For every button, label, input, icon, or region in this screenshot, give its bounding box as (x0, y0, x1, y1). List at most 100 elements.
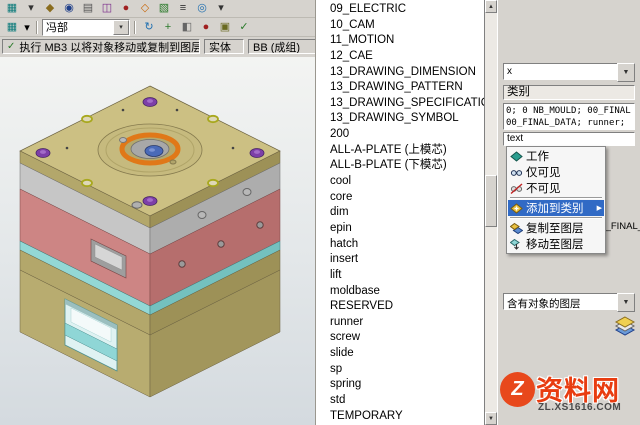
toolbar-button[interactable]: ▾ (22, 1, 40, 16)
prompt-message: 执行 MB3 以将对象移动或复制到图层 (19, 39, 200, 54)
status-check-icon: ✓ (7, 41, 15, 52)
toolbar-button[interactable]: ◉ (60, 1, 78, 16)
toolbar-button[interactable]: ◇ (136, 1, 154, 16)
layer-list-item[interactable]: hatch (316, 237, 484, 253)
toolbar-button[interactable]: ◆ (41, 1, 59, 16)
menu-item-move-to-layer[interactable]: 移动至图层 (508, 236, 604, 252)
toolbar-button[interactable]: ≡ (174, 1, 192, 16)
mold-3d-model[interactable] (5, 58, 305, 408)
toolbar-button[interactable]: ◧ (178, 20, 196, 35)
scroll-up-icon[interactable]: ▲ (485, 0, 497, 13)
layer-list-item[interactable]: ALL-A-PLATE (上模芯) (316, 143, 484, 159)
selection-type-cell: 实体 (204, 39, 244, 54)
category-list-box[interactable]: 0; 0 NB_MOULD; 00_FINAL 00_FINAL_DATA; r… (503, 103, 635, 130)
menu-item-add-to-category[interactable]: 添加到类别 ▶ (508, 200, 604, 216)
menu-separator (510, 197, 602, 199)
toolbar-icon: ● (123, 3, 130, 14)
toolbar-button[interactable]: ▾ (212, 1, 230, 16)
dropdown-arrow-icon[interactable]: ▾ (22, 20, 32, 35)
chevron-down-icon[interactable]: ▾ (113, 20, 129, 35)
layer-list-item[interactable]: 11_MOTION (316, 33, 484, 49)
toolbar-button[interactable]: ◫ (98, 1, 116, 16)
arrow-glyph: ▼ (623, 299, 630, 306)
layer-list-item[interactable]: std (316, 393, 484, 409)
toolbar-icon: ▤ (83, 3, 93, 14)
toolbar-icon: ↻ (144, 22, 153, 33)
layer-list-item[interactable]: 13_DRAWING_SYMBOL (316, 111, 484, 127)
layer-settings-button[interactable] (613, 315, 637, 339)
toolbar-icon: ● (203, 22, 210, 33)
toolbar-icon: ◆ (46, 3, 54, 14)
list-scrollbar[interactable]: ▲ ▼ (484, 0, 497, 425)
layer-list-item[interactable]: 12_CAE (316, 49, 484, 65)
menu-item-visible-only[interactable]: 仅可见 (508, 164, 604, 180)
toolbar-button[interactable]: + (159, 20, 177, 35)
layer-list-item[interactable]: TEMPORARY (316, 409, 484, 425)
scroll-down-icon[interactable]: ▼ (485, 412, 497, 425)
layer-list-item[interactable]: screw (316, 330, 484, 346)
menu-item-label: 工作 (526, 148, 549, 164)
layer-list-item[interactable]: slide (316, 346, 484, 362)
toolbar-icon: ▾ (218, 3, 224, 14)
layers-icon: ▦ (7, 22, 17, 33)
layer-list-item[interactable]: insert (316, 252, 484, 268)
application-window: ▦▾◆◉▤◫●◇▧≡◎▾ ▦ ▾ 冯部 ▾ ↻+◧●▣✓ ✓ 执行 MB3 以将… (0, 0, 640, 425)
layer-list-item[interactable]: cool (316, 174, 484, 190)
menu-item-work[interactable]: 工作 (508, 148, 604, 164)
toolbar-button[interactable]: ● (197, 20, 215, 35)
menu-item-label: 移动至图层 (526, 236, 584, 252)
chevron-down-icon[interactable]: ▼ (617, 293, 635, 312)
copy-layer-icon (510, 222, 523, 235)
layer-list-item[interactable]: core (316, 190, 484, 206)
layer-list-item[interactable]: dim (316, 205, 484, 221)
layer-list-item[interactable]: epin (316, 221, 484, 237)
category-section-label: 类别 (503, 85, 635, 100)
layer-list-item[interactable]: spring (316, 377, 484, 393)
layer-list-item[interactable]: ALL-B-PLATE (下模芯) (316, 158, 484, 174)
layer-list-item[interactable]: moldbase (316, 284, 484, 300)
category-text-input[interactable]: text (503, 132, 635, 146)
menu-item-label: 添加到类别 (526, 200, 584, 216)
layer-list-item[interactable]: lift (316, 268, 484, 284)
layer-list-item[interactable]: 13_DRAWING_PATTERN (316, 80, 484, 96)
arrow-glyph: ▾ (24, 21, 30, 34)
graphics-viewport[interactable] (0, 57, 315, 425)
layers-with-objects-combo[interactable]: 含有对象的图层 ▼ (503, 293, 635, 310)
layer-list-item[interactable]: RESERVED (316, 299, 484, 315)
layer-list-item[interactable]: 13_DRAWING_SPECIFICATION (316, 96, 484, 112)
toolbar-button[interactable]: ▦ (3, 1, 21, 16)
menu-item-label: 仅可见 (526, 164, 561, 180)
category-filter-value: x (503, 63, 617, 80)
layer-list-item[interactable]: sp (316, 362, 484, 378)
glasses-icon (510, 166, 523, 179)
category-line: 0; 0 NB_MOULD; 00_FINAL (506, 105, 632, 117)
toolbar-button[interactable]: ↻ (140, 20, 158, 35)
layer-list-item[interactable]: 13_DRAWING_DIMENSION (316, 65, 484, 81)
toolbar-button[interactable]: ● (117, 1, 135, 16)
arrow-glyph: ▼ (623, 69, 630, 76)
category-filter-combo[interactable]: x ▼ (503, 63, 635, 80)
chevron-down-icon[interactable]: ▼ (617, 63, 635, 82)
layer-list-item[interactable]: 200 (316, 127, 484, 143)
layer-list-item[interactable]: 09_ELECTRIC (316, 2, 484, 18)
submenu-arrow-icon: ▶ (597, 205, 602, 212)
layer-list-item[interactable]: 10_CAM (316, 18, 484, 34)
scrollbar-thumb[interactable] (485, 175, 497, 227)
filter-combo[interactable]: 冯部 ▾ (42, 19, 130, 36)
layer-list-item[interactable]: runner (316, 315, 484, 331)
menu-item-label: 复制至图层 (526, 220, 584, 236)
watermark: Z 资料网 ZL.XS1616.COM (497, 366, 640, 425)
toolbar-icon: ✓ (239, 22, 248, 33)
menu-item-invisible[interactable]: 不可见 (508, 180, 604, 196)
toolbar-button[interactable]: ▧ (155, 1, 173, 16)
toolbar-button[interactable]: ▤ (79, 1, 97, 16)
toolbar-button[interactable]: ✓ (235, 20, 253, 35)
watermark-logo: Z (500, 372, 535, 407)
toolbar-button[interactable]: ◎ (193, 1, 211, 16)
move-layer-icon (510, 238, 523, 251)
category-line: 00_FINAL_DATA; runner; (506, 117, 632, 129)
toolbar-button[interactable]: ▣ (216, 20, 234, 35)
menu-item-copy-to-layer[interactable]: 复制至图层 (508, 220, 604, 236)
toolbar-icon: ▣ (220, 22, 230, 33)
toolbar-button[interactable]: ▦ (3, 20, 21, 35)
